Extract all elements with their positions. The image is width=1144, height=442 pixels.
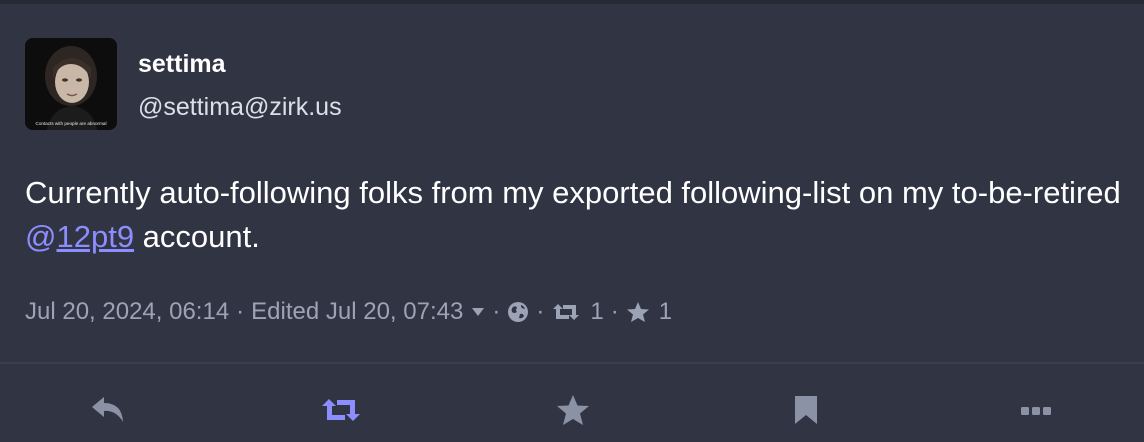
mention-username: 12pt9 [56,219,135,254]
edited-label: Edited Jul 20, 07:43 [251,298,464,325]
status-content: Currently auto-following folks from my e… [25,171,1125,259]
avatar-image: Contacts with people are abnormal [25,38,117,130]
status-meta: Jul 20, 2024, 06:14 · Edited Jul 20, 07:… [25,297,672,327]
avatar-caption: Contacts with people are abnormal [36,121,107,126]
favourites-count: 1 [658,298,673,325]
avatar[interactable]: Contacts with people are abnormal [25,38,117,130]
edited-button[interactable]: Edited Jul 20, 07:43 [251,298,485,326]
status-detail: Contacts with people are abnormal settim… [0,4,1144,442]
display-name[interactable]: settima [138,49,226,79]
reply-button[interactable] [86,390,130,434]
bookmark-button[interactable] [784,390,828,434]
reply-icon [90,395,126,430]
favourite-button[interactable] [551,390,595,434]
boost-icon [551,302,581,322]
bookmark-icon [793,394,819,431]
mention-link[interactable]: @12pt9 [25,219,134,254]
content-text-before: Currently auto-following folks from my e… [25,175,1121,210]
boost-icon [320,396,362,429]
favourites-link[interactable]: 1 [626,298,672,326]
content-text-after: account. [134,219,260,254]
action-bar [0,390,1144,434]
separator: · [492,298,501,325]
separator: · [236,298,245,325]
caret-down-icon [471,307,485,317]
separator: · [610,298,619,325]
ellipsis-icon [1020,403,1052,421]
star-icon [556,394,590,431]
reblogs-link[interactable]: 1 [551,298,604,326]
separator: · [536,298,545,325]
mention-at: @ [25,219,57,254]
globe-icon [507,301,529,323]
divider [0,362,1144,364]
account-handle[interactable]: @settima@zirk.us [138,92,342,122]
timestamp[interactable]: Jul 20, 2024, 06:14 [25,298,229,326]
reblogs-count: 1 [590,298,604,325]
boost-button[interactable] [319,390,363,434]
more-button[interactable] [1014,390,1058,434]
star-icon [626,301,650,323]
